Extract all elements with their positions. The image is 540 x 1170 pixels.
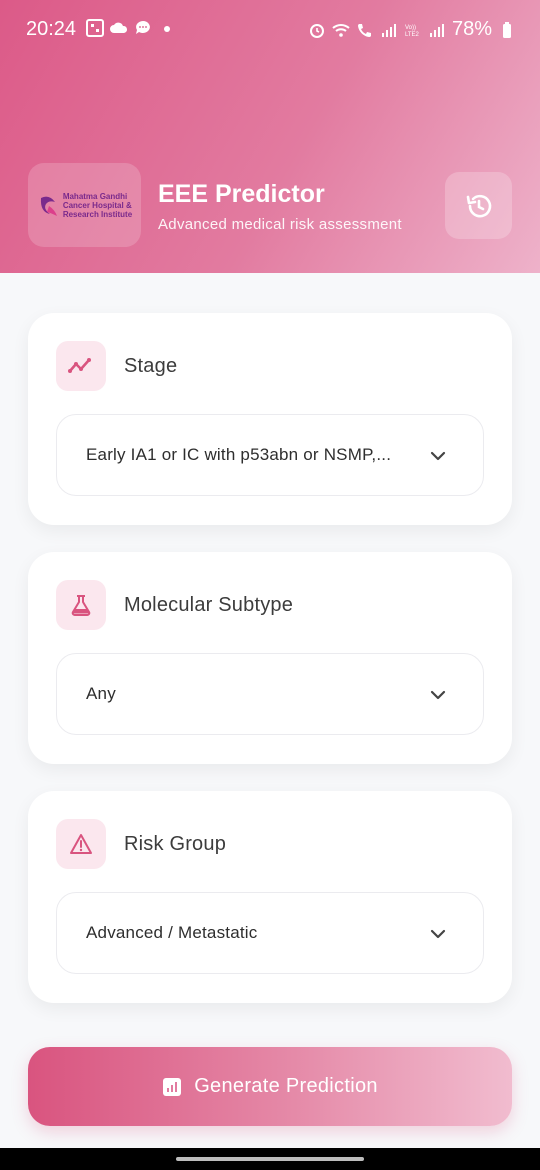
bar-chart-icon — [163, 1077, 182, 1096]
stage-selected-value: Early IA1 or IC with p53abn or NSMP,... — [86, 445, 392, 464]
svg-text:LTE2: LTE2 — [405, 32, 420, 38]
risk-group-card: Risk Group Advanced / Metastatic — [28, 791, 512, 1003]
alarm-icon — [309, 23, 324, 38]
system-navigation-bar — [0, 1148, 540, 1170]
molecular-subtype-selected-value: Any — [86, 684, 116, 703]
history-icon — [466, 194, 491, 217]
generate-prediction-button[interactable]: Generate Prediction — [28, 1047, 512, 1126]
risk-group-label: Risk Group — [124, 833, 227, 855]
trend-chart-icon — [68, 358, 91, 373]
battery-percent: 78% — [451, 18, 492, 40]
risk-group-selected-value: Advanced / Metastatic — [86, 923, 258, 942]
dot-icon — [164, 26, 170, 32]
call-icon — [357, 23, 371, 37]
molecular-subtype-select[interactable]: Any — [56, 653, 484, 735]
status-time: 20:24 — [26, 18, 77, 40]
battery-icon — [503, 21, 511, 38]
history-button[interactable] — [445, 172, 512, 239]
signal-icon — [381, 23, 396, 37]
warning-icon — [70, 834, 92, 854]
molecular-subtype-label: Molecular Subtype — [124, 594, 294, 616]
home-indicator[interactable] — [176, 1157, 364, 1161]
hospital-logo: Mahatma Gandhi Cancer Hospital & Research … — [28, 163, 141, 247]
flask-icon — [71, 595, 91, 616]
chat-icon — [136, 21, 150, 34]
app-header: 20:24 Vo)) LTE2 78% Mahatma Gandhi Cancer … — [0, 0, 540, 273]
signal-icon — [429, 23, 444, 37]
chevron-down-icon — [430, 929, 446, 939]
chevron-down-icon — [430, 690, 446, 700]
generate-prediction-label: Generate Prediction — [194, 1075, 378, 1097]
stage-card: Stage Early IA1 or IC with p53abn or NSM… — [28, 313, 512, 525]
photos-icon — [86, 19, 104, 37]
volte-icon: Vo))LTE2 — [405, 25, 420, 38]
cloud-icon — [110, 22, 128, 33]
app-title: EEE Predictor — [158, 180, 325, 208]
app-subtitle: Advanced medical risk assessment — [158, 216, 402, 233]
risk-group-select[interactable]: Advanced / Metastatic — [56, 892, 484, 974]
stage-select[interactable]: Early IA1 or IC with p53abn or NSMP,... — [56, 414, 484, 496]
chevron-down-icon — [430, 451, 446, 461]
wifi-icon — [332, 23, 350, 37]
svg-text:Vo)): Vo)) — [405, 25, 416, 31]
logo-mark-icon — [40, 196, 57, 216]
logo-text: Mahatma Gandhi Cancer Hospital & Research … — [62, 191, 133, 219]
status-bar: 20:24 Vo)) LTE2 78% — [0, 0, 540, 60]
stage-label: Stage — [124, 355, 178, 377]
molecular-subtype-card: Molecular Subtype Any — [28, 552, 512, 764]
